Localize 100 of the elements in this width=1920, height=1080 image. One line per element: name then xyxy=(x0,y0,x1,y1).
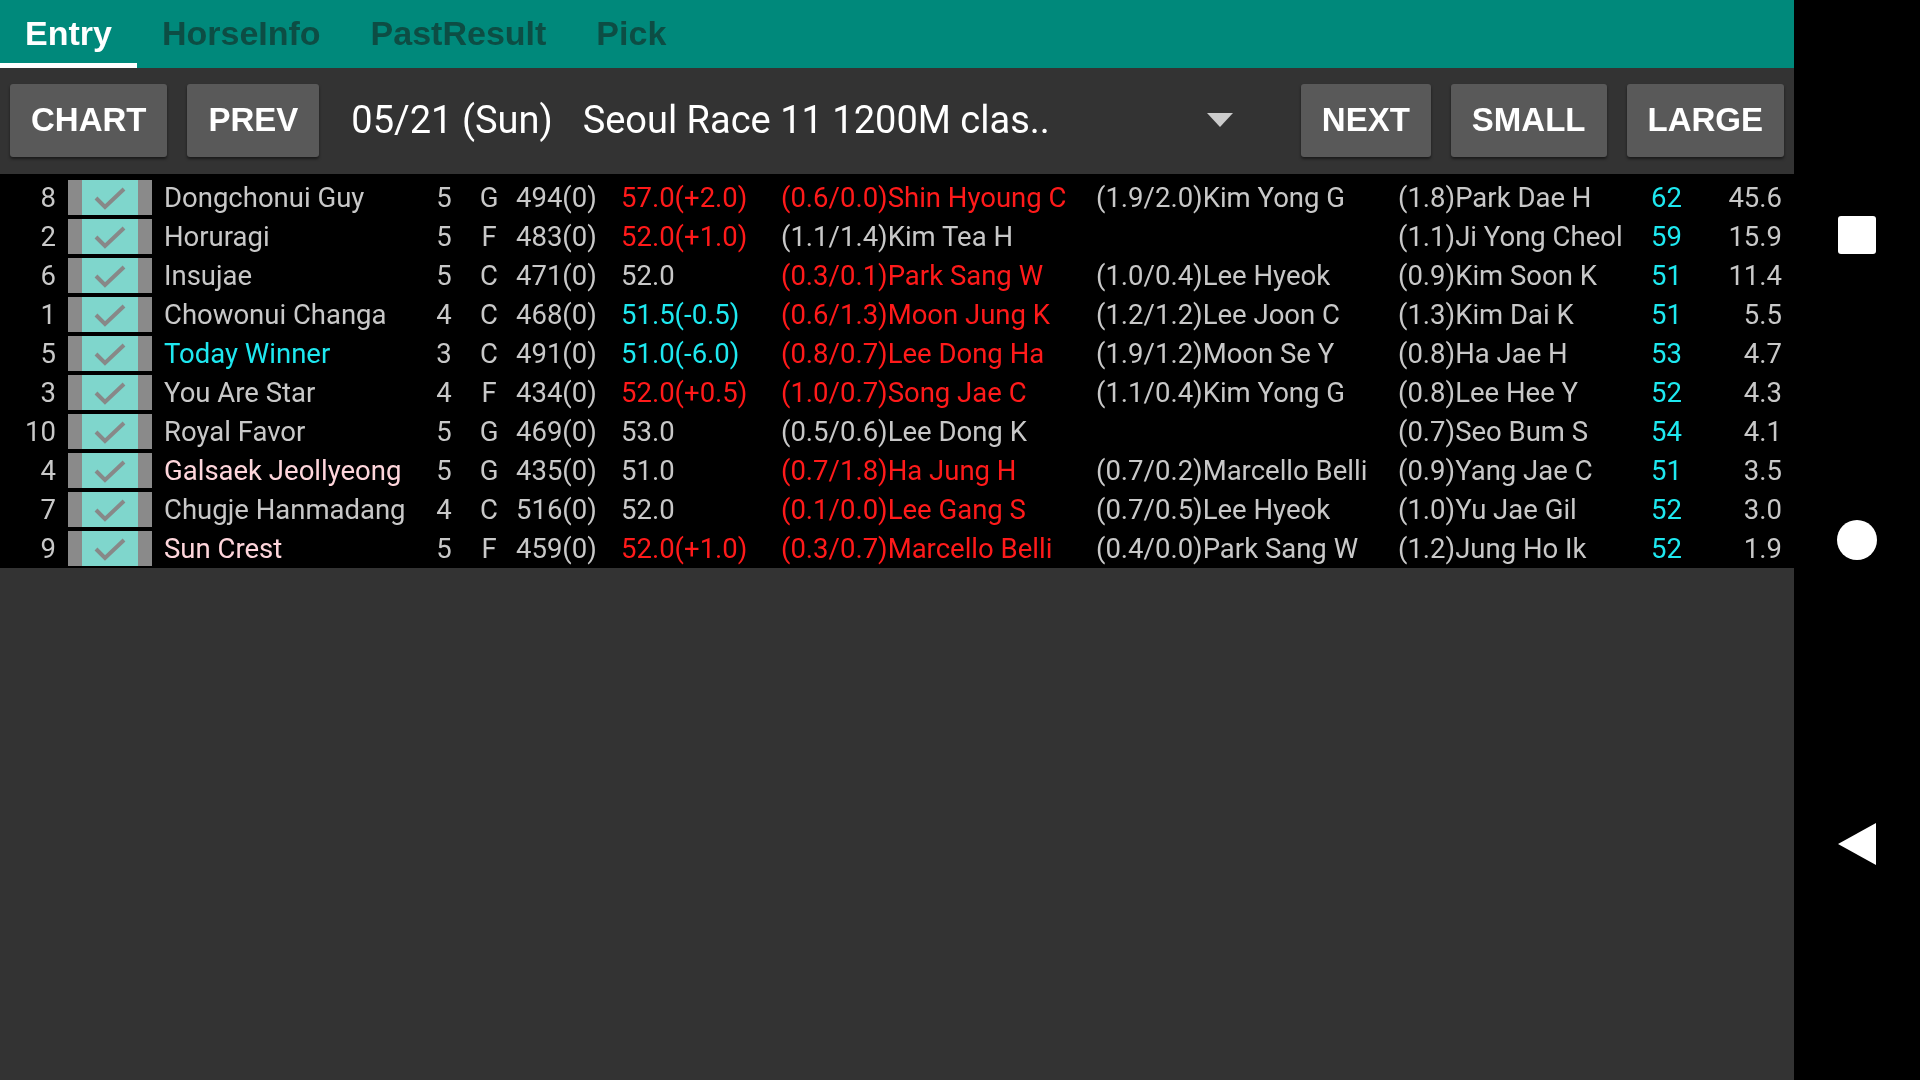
toolbar-button[interactable]: PREV xyxy=(187,83,320,157)
checkbox[interactable] xyxy=(68,258,152,293)
toolbar-button[interactable]: LARGE xyxy=(1626,83,1784,157)
jockey-record: (0.8/0.7)Lee Dong Ha xyxy=(781,337,1046,370)
checkmark-icon xyxy=(93,224,127,249)
owner-record: (1.8)Park Dae H xyxy=(1398,181,1593,214)
entry-number: 10 xyxy=(24,415,57,448)
back-icon[interactable] xyxy=(1837,822,1877,866)
burden-weight: 52.0 xyxy=(621,493,676,526)
horse-weight: 468(0) xyxy=(516,298,598,331)
odds-value: 4.1 xyxy=(1742,415,1783,448)
entry-number: 5 xyxy=(39,337,57,370)
checkbox[interactable] xyxy=(68,375,152,410)
horse-weight: 494(0) xyxy=(516,181,598,214)
checkbox[interactable] xyxy=(68,336,152,371)
odds-value: 3.5 xyxy=(1742,454,1783,487)
horse-weight: 469(0) xyxy=(516,415,598,448)
checkmark-icon xyxy=(93,458,127,483)
odds-value: 3.0 xyxy=(1742,493,1783,526)
jockey-record: (1.1/1.4)Kim Tea H xyxy=(781,220,1015,253)
trainer-record: (1.1/0.4)Kim Yong G xyxy=(1096,376,1347,409)
horse-age: 5 xyxy=(435,181,453,214)
horse-name: Dongchonui Guy xyxy=(163,181,366,214)
horse-name: You Are Star xyxy=(163,376,317,409)
odds-value: 1.9 xyxy=(1742,532,1783,565)
rating-value: 54 xyxy=(1650,415,1683,448)
owner-record: (1.0)Yu Jae Gil xyxy=(1398,493,1578,526)
odds-value: 4.3 xyxy=(1742,376,1783,409)
checkmark-icon xyxy=(93,419,127,444)
horse-sex: F xyxy=(480,376,498,409)
checkmark-icon xyxy=(93,536,127,561)
horse-weight: 434(0) xyxy=(516,376,598,409)
horse-name: Royal Favor xyxy=(163,415,307,448)
checkbox[interactable] xyxy=(68,180,152,215)
horse-weight: 435(0) xyxy=(516,454,598,487)
horse-name: Horuragi xyxy=(163,220,271,253)
trainer-record: (0.7/0.5)Lee Hyeok xyxy=(1096,493,1332,526)
horse-weight: 459(0) xyxy=(516,532,598,565)
rating-value: 52 xyxy=(1650,376,1683,409)
entry-number: 1 xyxy=(39,298,57,331)
horse-age: 4 xyxy=(435,376,453,409)
odds-value: 4.7 xyxy=(1742,337,1783,370)
horse-age: 5 xyxy=(435,532,453,565)
horse-weight: 471(0) xyxy=(516,259,598,292)
checkbox[interactable] xyxy=(68,531,152,566)
jockey-record: (0.3/0.7)Marcello Belli xyxy=(781,532,1054,565)
jockey-record: (0.1/0.0)Lee Gang S xyxy=(781,493,1027,526)
horse-sex: C xyxy=(479,259,499,292)
burden-weight: 52.0(+0.5) xyxy=(621,376,749,409)
checkmark-icon xyxy=(93,380,127,405)
horse-sex: G xyxy=(478,415,500,448)
odds-value: 11.4 xyxy=(1727,259,1783,292)
checkbox[interactable] xyxy=(68,453,152,488)
checkbox[interactable] xyxy=(68,219,152,254)
race-date: 05/21 (Sun) xyxy=(351,98,553,142)
owner-record: (0.9)Kim Soon K xyxy=(1398,259,1598,292)
checkmark-icon xyxy=(93,263,127,288)
rating-value: 51 xyxy=(1650,454,1683,487)
owner-record: (0.9)Yang Jae C xyxy=(1398,454,1594,487)
rating-value: 59 xyxy=(1650,220,1683,253)
dropdown-caret-icon[interactable] xyxy=(1206,113,1233,127)
checkbox[interactable] xyxy=(68,414,152,449)
horse-name: Sun Crest xyxy=(163,532,284,565)
horse-name: Chugje Hanmadang xyxy=(163,493,407,526)
horse-weight: 516(0) xyxy=(516,493,598,526)
jockey-record: (0.7/1.8)Ha Jung H xyxy=(781,454,1018,487)
checkmark-icon xyxy=(93,497,127,522)
burden-weight: 52.0(+1.0) xyxy=(621,220,749,253)
toolbar-button[interactable]: CHART xyxy=(10,83,168,157)
toolbar-button[interactable]: NEXT xyxy=(1300,83,1431,157)
horse-sex: G xyxy=(478,454,500,487)
jockey-record: (0.3/0.1)Park Sang W xyxy=(781,259,1045,292)
burden-weight: 57.0(+2.0) xyxy=(621,181,749,214)
horse-sex: C xyxy=(479,337,499,370)
horse-weight: 483(0) xyxy=(516,220,598,253)
owner-record: (0.8)Ha Jae H xyxy=(1398,337,1569,370)
burden-weight: 51.0 xyxy=(621,454,676,487)
checkmark-icon xyxy=(93,341,127,366)
recents-square-icon[interactable] xyxy=(1837,215,1877,255)
owner-record: (1.1)Ji Yong Cheol xyxy=(1398,220,1624,253)
checkbox[interactable] xyxy=(68,492,152,527)
odds-value: 15.9 xyxy=(1727,220,1783,253)
horse-sex: G xyxy=(478,181,500,214)
rating-value: 51 xyxy=(1650,298,1683,331)
owner-record: (0.7)Seo Bum S xyxy=(1398,415,1590,448)
rating-value: 52 xyxy=(1650,532,1683,565)
rating-value: 62 xyxy=(1650,181,1683,214)
horse-age: 5 xyxy=(435,415,453,448)
race-selector[interactable]: Seoul Race 11 1200M clas.. xyxy=(582,98,1187,142)
entry-number: 6 xyxy=(39,259,57,292)
checkbox[interactable] xyxy=(68,297,152,332)
rating-value: 52 xyxy=(1650,493,1683,526)
horse-age: 5 xyxy=(435,259,453,292)
horse-age: 4 xyxy=(435,298,453,331)
owner-record: (1.3)Kim Dai K xyxy=(1398,298,1575,331)
burden-weight: 52.0 xyxy=(621,259,676,292)
home-circle-icon[interactable] xyxy=(1836,519,1878,561)
toolbar-button[interactable]: SMALL xyxy=(1450,83,1607,157)
horse-sex: C xyxy=(479,493,499,526)
trainer-record: (0.7/0.2)Marcello Belli xyxy=(1096,454,1369,487)
